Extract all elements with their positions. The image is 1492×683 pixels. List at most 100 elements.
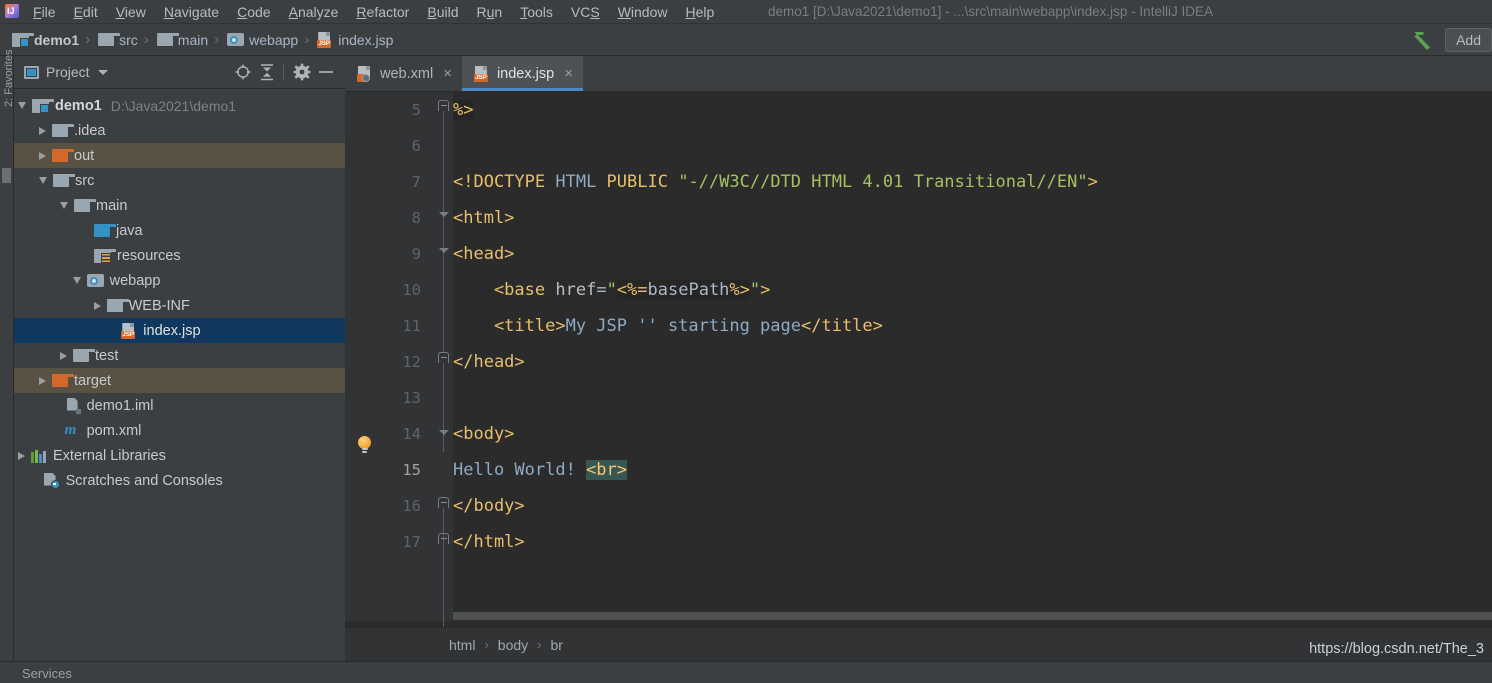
- fold-marker-line5[interactable]: [438, 100, 449, 111]
- collapse-all-icon[interactable]: [256, 62, 278, 82]
- tree-node-target[interactable]: target: [14, 368, 345, 393]
- breadcrumb-item-index-jsp[interactable]: JSP index.jsp: [313, 29, 395, 51]
- code-editor[interactable]: %> <!DOCTYPE HTML PUBLIC "-//W3C//DTD HTM…: [345, 92, 1492, 661]
- line-number: 17: [402, 533, 421, 551]
- code-token: </title>: [801, 316, 883, 336]
- add-button[interactable]: Add: [1445, 28, 1492, 52]
- menu-item-edit[interactable]: Edit: [65, 1, 107, 23]
- tree-node-java[interactable]: java: [14, 218, 345, 243]
- code-folding-rail: [435, 92, 453, 638]
- gear-icon[interactable]: [291, 62, 313, 82]
- close-icon[interactable]: ×: [443, 66, 452, 81]
- tree-no-arrow: [52, 426, 59, 435]
- fold-marker-line12[interactable]: [438, 352, 449, 363]
- editor-tab-index-jsp[interactable]: JSP index.jsp ×: [461, 56, 583, 91]
- chevron-right-icon[interactable]: [39, 151, 46, 160]
- tree-node-resources[interactable]: resources: [14, 243, 345, 268]
- code-line: <base href="<%=basePath%>">: [453, 272, 770, 308]
- services-tool-button[interactable]: Services: [22, 666, 72, 682]
- tree-node-demo1[interactable]: demo1 D:\Java2021\demo1: [14, 93, 345, 118]
- tree-node--idea[interactable]: .idea: [14, 118, 345, 143]
- menu-item-help[interactable]: Help: [677, 1, 724, 23]
- menu-item-tools[interactable]: Tools: [511, 1, 562, 23]
- tree-node-out[interactable]: out: [14, 143, 345, 168]
- menu-item-file[interactable]: File: [24, 1, 65, 23]
- chevron-down-icon[interactable]: [97, 69, 108, 75]
- chevron-down-icon[interactable]: [18, 102, 26, 109]
- breadcrumb-separator: ›: [85, 31, 91, 48]
- menu-item-refactor[interactable]: Refactor: [347, 1, 418, 23]
- code-token: My JSP '' starting page: [565, 316, 801, 336]
- code-token: <html>: [453, 208, 515, 228]
- menu-item-navigate[interactable]: Navigate: [155, 1, 228, 23]
- left-tool-window-strip: 2: Favorites: [0, 50, 15, 661]
- code-token: <body>: [453, 424, 515, 444]
- close-icon[interactable]: ×: [564, 66, 573, 81]
- fold-marker-line16[interactable]: [438, 497, 449, 508]
- tree-node-path: D:\Java2021\demo1: [110, 97, 237, 114]
- menu-item-window[interactable]: Window: [609, 1, 677, 23]
- toolstrip-chip[interactable]: [2, 168, 11, 183]
- tree-node-pom-xml[interactable]: m pom.xml: [14, 418, 345, 443]
- tree-node-demo1-iml[interactable]: demo1.iml: [14, 393, 345, 418]
- chevron-down-icon[interactable]: [60, 202, 68, 209]
- tree-node-webapp[interactable]: webapp: [14, 268, 345, 293]
- editor-horizontal-scrollbar[interactable]: [453, 611, 1492, 621]
- lightbulb-icon[interactable]: [357, 436, 372, 455]
- iml-file-icon: [65, 397, 81, 414]
- folder-icon: [52, 124, 74, 137]
- scroll-from-source-icon[interactable]: [232, 62, 254, 82]
- line-number: 16: [402, 497, 421, 515]
- code-token: %>: [453, 100, 474, 120]
- editor-breadcrumb-body[interactable]: body: [498, 636, 528, 654]
- fold-marker-line8[interactable]: [438, 212, 449, 217]
- editor-breadcrumb-separator: ›: [537, 637, 542, 652]
- breadcrumb-item-main[interactable]: main: [153, 29, 210, 51]
- menu-item-analyze[interactable]: Analyze: [280, 1, 348, 23]
- tree-node-src[interactable]: src: [14, 168, 345, 193]
- breadcrumb-item-demo1[interactable]: demo1: [8, 29, 81, 51]
- hide-icon[interactable]: [315, 62, 337, 82]
- chevron-right-icon[interactable]: [93, 301, 101, 310]
- tree-node-web-inf[interactable]: WEB-INF: [14, 293, 345, 318]
- menu-item-code[interactable]: Code: [228, 1, 279, 23]
- green-arrow-icon[interactable]: [1411, 28, 1437, 52]
- code-text-area[interactable]: %> <!DOCTYPE HTML PUBLIC "-//W3C//DTD HTM…: [453, 92, 1492, 621]
- scrollbar-thumb[interactable]: [453, 612, 1492, 620]
- chevron-right-icon[interactable]: [39, 376, 46, 385]
- menu-item-run[interactable]: Run: [467, 1, 511, 23]
- menu-item-vcs[interactable]: VCS: [562, 1, 609, 23]
- editor-tab-web-xml[interactable]: web.xml ×: [345, 56, 462, 91]
- tree-node-index-jsp[interactable]: JSP index.jsp: [14, 318, 345, 343]
- editor-breadcrumb-br[interactable]: br: [551, 636, 563, 654]
- tree-node-main[interactable]: main: [14, 193, 345, 218]
- editor-breadcrumb-html[interactable]: html: [449, 636, 475, 654]
- jsp-file-icon: JSP: [317, 31, 333, 48]
- chevron-right-icon[interactable]: [60, 351, 67, 360]
- chevron-right-icon[interactable]: [18, 451, 25, 460]
- tree-node-test[interactable]: test: [14, 343, 345, 368]
- breadcrumb-item-webapp[interactable]: webapp: [223, 29, 300, 51]
- chevron-down-icon[interactable]: [39, 177, 47, 184]
- breadcrumb-item-src[interactable]: src: [94, 29, 140, 51]
- project-tool-window: Project demo1 D:\Java2021\demo1 .idea ou…: [14, 56, 345, 661]
- code-token: <br>: [586, 460, 628, 480]
- code-line: <head>: [453, 236, 514, 272]
- chevron-down-icon[interactable]: [72, 277, 81, 284]
- menu-item-build[interactable]: Build: [418, 1, 467, 23]
- code-token: %>: [729, 280, 750, 300]
- line-number: 12: [402, 353, 421, 371]
- fold-marker-line14[interactable]: [438, 430, 449, 435]
- fold-marker-line9[interactable]: [438, 248, 449, 253]
- menu-item-view[interactable]: View: [107, 1, 155, 23]
- code-line: </html>: [453, 524, 525, 560]
- tree-node-label: External Libraries: [53, 447, 166, 464]
- tree-node-scratches-and-consoles[interactable]: Scratches and Consoles: [14, 468, 345, 493]
- line-number: 13: [402, 389, 421, 407]
- libraries-icon: [31, 449, 47, 463]
- tree-node-external-libraries[interactable]: External Libraries: [14, 443, 345, 468]
- line-numbers: 5 6 7 8 9 10 11 12 13 14 15 16 17: [345, 92, 435, 621]
- project-panel-header: Project: [14, 56, 345, 89]
- code-line: %>: [453, 92, 474, 128]
- chevron-right-icon[interactable]: [39, 126, 46, 135]
